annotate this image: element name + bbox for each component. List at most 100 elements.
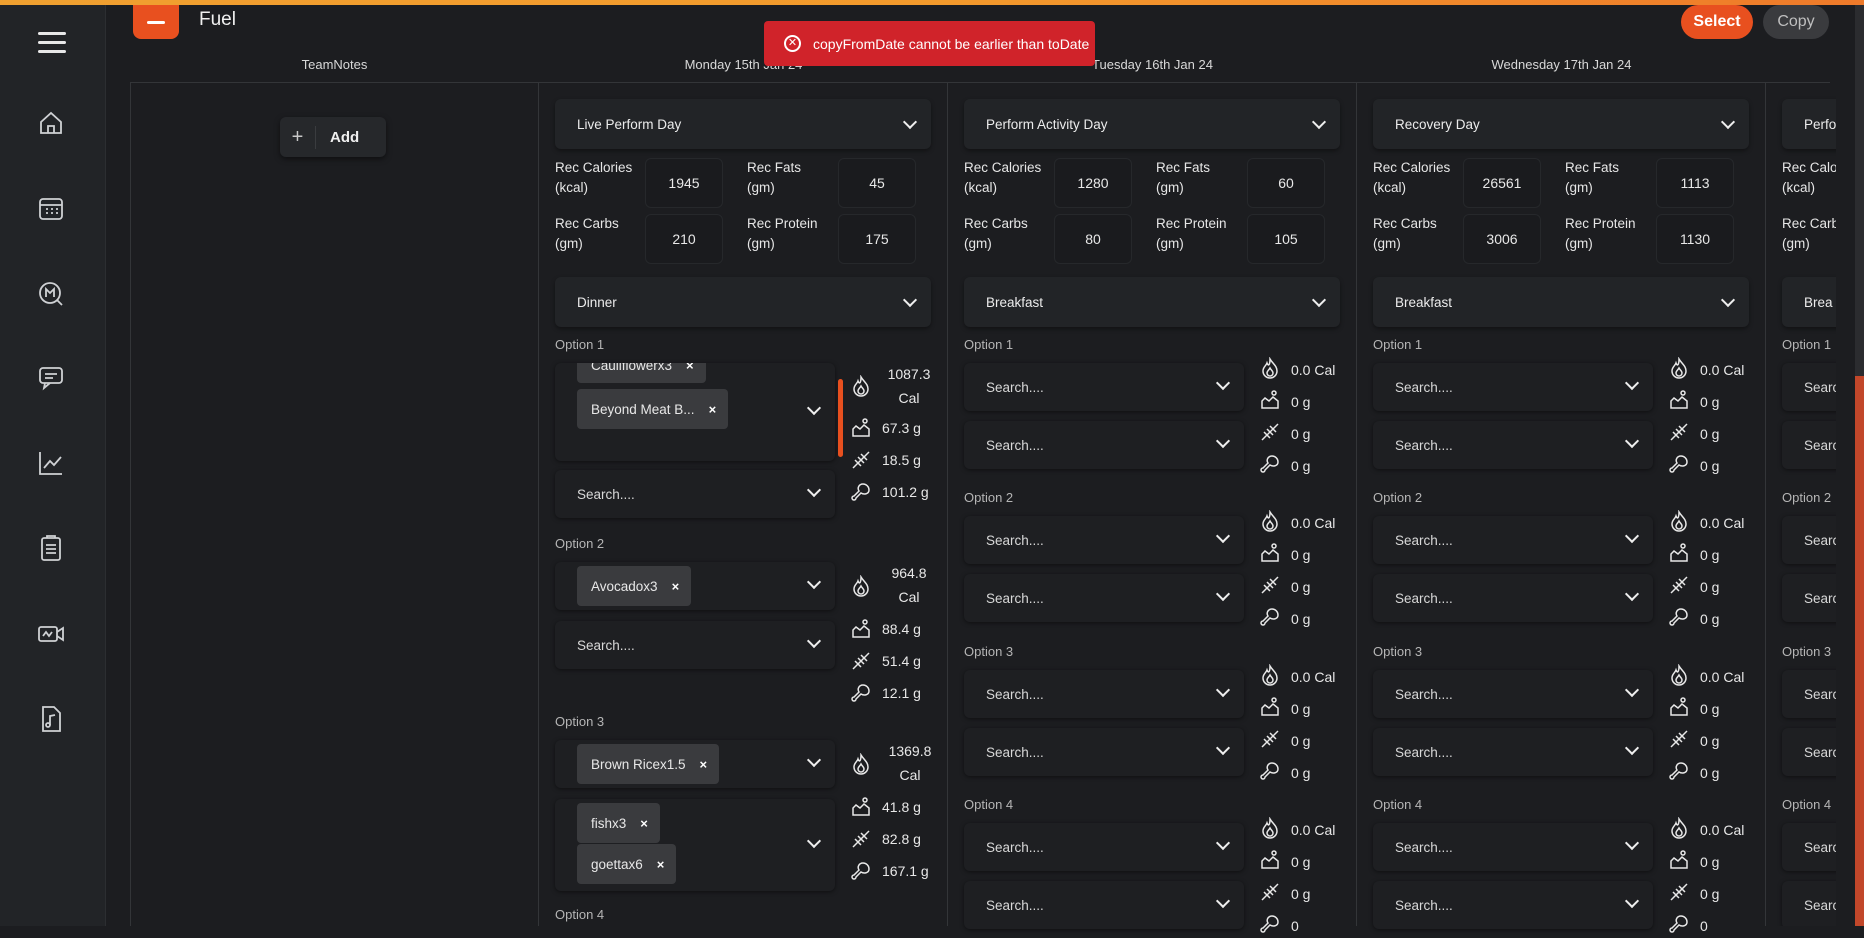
food-search-input[interactable]: Searc — [1782, 421, 1836, 469]
chevron-down-icon — [1311, 114, 1327, 130]
rec-calories-input[interactable]: 26561 — [1463, 158, 1541, 208]
food-multiselect[interactable]: Cauliflowerx3 × Beyond Meat B... × — [555, 363, 835, 461]
food-search-input[interactable]: Searc — [1782, 728, 1836, 776]
meal-select[interactable]: Brea — [1782, 277, 1836, 327]
search-placeholder: Searc — [1804, 897, 1836, 913]
day-type-select[interactable]: Recovery Day — [1373, 99, 1749, 149]
food-search-input[interactable]: Search.... — [1373, 363, 1653, 411]
rec-fats-input[interactable]: 60 — [1247, 158, 1325, 208]
food-search-input[interactable]: Search.... — [964, 516, 1244, 564]
flame-icon — [1668, 816, 1700, 842]
food-search-input[interactable]: Search.... — [964, 881, 1244, 929]
option-label: Option 2 — [1782, 490, 1832, 505]
food-search-input[interactable]: Search.... — [964, 363, 1244, 411]
remove-chip-icon[interactable]: × — [672, 579, 680, 594]
rec-carbs-input[interactable]: 210 — [645, 214, 723, 264]
rec-protein-input[interactable]: 1130 — [1656, 214, 1734, 264]
food-search-input[interactable]: Searc — [1782, 881, 1836, 926]
remove-chip-icon[interactable]: × — [686, 363, 694, 373]
food-search-input[interactable]: Search.... — [1373, 881, 1653, 929]
remove-chip-icon[interactable]: × — [640, 816, 648, 831]
protein-stat: 167.1 g — [850, 860, 929, 882]
meal-select[interactable]: Dinner — [555, 277, 931, 327]
food-search-input[interactable]: Search.... — [1373, 670, 1653, 718]
protein-stat: 12.1 g — [850, 682, 921, 704]
food-search-input[interactable]: Search.... — [964, 421, 1244, 469]
food-search-input[interactable]: Search.... — [1373, 574, 1653, 622]
scrollbar-thumb[interactable] — [838, 379, 843, 457]
rec-carbs-input[interactable]: 80 — [1054, 214, 1132, 264]
fat-icon — [1668, 849, 1700, 874]
chevron-down-icon — [806, 633, 822, 649]
search-placeholder: Search.... — [986, 590, 1044, 606]
rec-protein-input[interactable]: 175 — [838, 214, 916, 264]
video-icon[interactable] — [36, 619, 66, 649]
food-search-input[interactable]: Searc — [1782, 823, 1836, 871]
fat-stat: 0 g — [1668, 849, 1719, 874]
home-icon[interactable] — [36, 108, 66, 138]
food-search-input[interactable]: Search.... — [1373, 728, 1653, 776]
select-button[interactable]: Select — [1681, 5, 1753, 39]
food-search-input[interactable]: Searc — [1782, 516, 1836, 564]
page-scrollbar-thumb[interactable] — [1855, 376, 1864, 926]
food-search-input[interactable]: Search.... — [1373, 421, 1653, 469]
rec-carbs-input[interactable]: 3006 — [1463, 214, 1541, 264]
day-type-select[interactable]: Perform Activity Day — [964, 99, 1340, 149]
food-search-input[interactable]: Search.... — [555, 621, 835, 669]
food-search-input[interactable]: Searc — [1782, 670, 1836, 718]
drumstick-icon — [1668, 453, 1700, 478]
search-m-icon[interactable] — [36, 279, 66, 309]
wheat-icon — [852, 830, 870, 848]
protein-stat: 0 g — [1259, 453, 1310, 478]
food-multiselect[interactable]: Brown Ricex1.5 × — [555, 740, 835, 788]
meal-select[interactable]: Breakfast — [1373, 277, 1749, 327]
food-multiselect[interactable]: fishx3 × goettax6 × — [555, 799, 835, 891]
option-label: Option 1 — [964, 337, 1014, 352]
food-search-input[interactable]: Search.... — [1373, 823, 1653, 871]
search-placeholder: Search.... — [986, 379, 1044, 395]
rec-fats-input[interactable]: 1113 — [1656, 158, 1734, 208]
search-placeholder: Search.... — [1395, 839, 1453, 855]
food-multiselect[interactable]: Avocadox3 × — [555, 562, 835, 610]
rec-calories-input[interactable]: 1280 — [1054, 158, 1132, 208]
chat-icon[interactable] — [36, 362, 66, 392]
flame-icon — [853, 375, 869, 397]
chart-icon[interactable] — [36, 448, 66, 478]
page-scrollbar[interactable] — [1855, 0, 1864, 926]
food-search-input[interactable]: Searc — [1782, 363, 1836, 411]
food-search-input[interactable]: Search.... — [964, 574, 1244, 622]
collapse-button[interactable] — [133, 5, 179, 39]
column-header-day: Wednesday 17th Jan 24 — [1491, 57, 1632, 72]
chevron-down-icon — [806, 482, 822, 498]
search-placeholder: Search.... — [1395, 590, 1453, 606]
food-search-input[interactable]: Search.... — [964, 728, 1244, 776]
option-label: Option 3 — [555, 714, 605, 729]
day-type-select[interactable]: Live Perform Day — [555, 99, 931, 149]
meal-select[interactable]: Breakfast — [964, 277, 1340, 327]
remove-chip-icon[interactable]: × — [657, 857, 665, 872]
remove-chip-icon[interactable]: × — [700, 757, 708, 772]
music-file-icon[interactable] — [36, 704, 66, 734]
chevron-down-icon — [1624, 835, 1640, 851]
food-search-input[interactable]: Search.... — [1373, 516, 1653, 564]
remove-chip-icon[interactable]: × — [709, 402, 717, 417]
rec-calories-input[interactable]: 1945 — [645, 158, 723, 208]
team-notes-column: + Add — [130, 83, 539, 926]
hamburger-menu-icon[interactable] — [38, 32, 66, 56]
rec-protein-input[interactable]: 105 — [1247, 214, 1325, 264]
option-label: Option 2 — [555, 536, 605, 551]
food-search-input[interactable]: Search.... — [964, 670, 1244, 718]
food-search-input[interactable]: Searc — [1782, 574, 1836, 622]
day-type-select[interactable]: Perfo — [1782, 99, 1836, 149]
calendar-icon[interactable] — [36, 193, 66, 223]
rec-fats-input[interactable]: 45 — [838, 158, 916, 208]
fat-icon — [1668, 389, 1700, 414]
copy-button[interactable]: Copy — [1763, 5, 1829, 39]
chevron-down-icon — [1215, 835, 1231, 851]
clipboard-icon[interactable] — [36, 533, 66, 563]
food-search-input[interactable]: Search.... — [964, 823, 1244, 871]
fat-icon — [1259, 389, 1291, 414]
food-search-input[interactable]: Search.... — [555, 470, 835, 518]
add-note-button[interactable]: + Add — [280, 117, 386, 157]
carbs-stat: 18.5 g — [850, 449, 921, 471]
